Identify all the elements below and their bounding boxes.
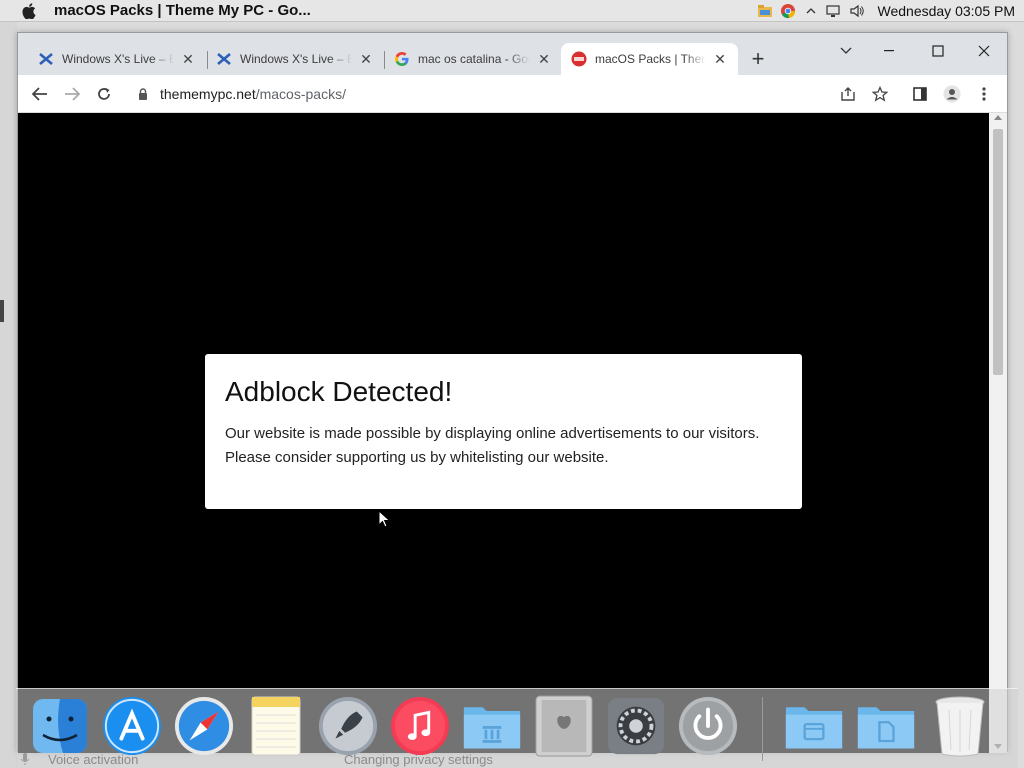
forward-arrow-icon[interactable] bbox=[62, 84, 82, 104]
address-bar[interactable]: thememypc.net/macos-packs/ bbox=[128, 79, 878, 109]
windowsx-icon bbox=[216, 51, 232, 67]
browser-toolbar: thememypc.net/macos-packs/ bbox=[18, 75, 1007, 113]
scroll-up-arrow-icon[interactable] bbox=[994, 115, 1002, 120]
itunes-icon[interactable] bbox=[390, 695, 450, 757]
profile-icon[interactable] bbox=[942, 84, 962, 104]
windowsx-icon bbox=[38, 51, 54, 67]
apple-menu-icon[interactable] bbox=[19, 1, 39, 21]
adblock-modal: Adblock Detected! Our website is made po… bbox=[205, 354, 802, 509]
microphone-icon bbox=[20, 752, 30, 768]
applications-folder-icon[interactable] bbox=[462, 695, 522, 757]
safari-icon[interactable] bbox=[174, 695, 234, 757]
mouse-cursor-icon bbox=[378, 510, 391, 528]
side-panel-icon[interactable] bbox=[910, 84, 930, 104]
close-tab-icon[interactable]: ✕ bbox=[180, 51, 196, 67]
desktop-edge-marker bbox=[0, 300, 4, 322]
trash-icon[interactable] bbox=[930, 695, 990, 757]
menu-bar: macOS Packs | Theme My PC - Go... Wednes… bbox=[0, 0, 1024, 22]
lock-icon[interactable] bbox=[136, 87, 150, 101]
volume-icon[interactable] bbox=[849, 3, 865, 19]
page-overlay: Adblock Detected! Our website is made po… bbox=[18, 113, 990, 753]
tab-title: macOS Packs | Theme bbox=[595, 52, 706, 66]
dock-separator bbox=[762, 697, 763, 761]
clock[interactable]: Wednesday 03:05 PM bbox=[878, 3, 1016, 19]
file-explorer-icon[interactable] bbox=[757, 3, 773, 19]
power-icon[interactable] bbox=[678, 695, 738, 757]
tab-title: Windows X's Live – BI bbox=[62, 52, 174, 66]
tab-strip: Windows X's Live – BI ✕ Windows X's Live… bbox=[18, 33, 1007, 75]
chrome-icon[interactable] bbox=[780, 3, 796, 19]
maximize-icon[interactable] bbox=[926, 41, 950, 61]
notes-icon[interactable] bbox=[246, 695, 306, 757]
modal-message: Our website is made possible by displayi… bbox=[225, 422, 782, 470]
close-tab-icon[interactable]: ✕ bbox=[712, 51, 728, 67]
launchpad-icon[interactable] bbox=[318, 695, 378, 757]
voice-activation-label: Voice activation bbox=[48, 752, 139, 767]
modal-heading: Adblock Detected! bbox=[225, 376, 453, 407]
privacy-settings-label: Changing privacy settings bbox=[344, 752, 493, 767]
desktop-background bbox=[0, 22, 17, 768]
system-preferences-icon[interactable] bbox=[606, 695, 666, 757]
network-icon[interactable] bbox=[825, 3, 842, 19]
browser-window: Windows X's Live – BI ✕ Windows X's Live… bbox=[17, 32, 1008, 753]
minimize-icon[interactable] bbox=[878, 41, 902, 61]
new-tab-button[interactable]: + bbox=[748, 48, 768, 70]
close-tab-icon[interactable]: ✕ bbox=[536, 51, 552, 67]
finder-icon[interactable] bbox=[30, 695, 90, 757]
more-menu-icon[interactable] bbox=[974, 84, 994, 104]
tab-windowsx-1[interactable]: Windows X's Live – BI ✕ bbox=[28, 43, 206, 75]
tab-title: mac os catalina - Goo bbox=[418, 52, 530, 66]
vertical-scrollbar[interactable] bbox=[989, 113, 1007, 753]
bookmark-star-icon[interactable] bbox=[870, 84, 890, 104]
dock bbox=[16, 688, 1018, 768]
downloads-folder-icon[interactable] bbox=[784, 695, 844, 757]
tab-google-search[interactable]: mac os catalina - Goo ✕ bbox=[384, 43, 562, 75]
app-store-icon[interactable] bbox=[102, 695, 162, 757]
documents-folder-icon[interactable] bbox=[856, 695, 916, 757]
tab-macos-packs[interactable]: macOS Packs | Theme ✕ bbox=[561, 43, 738, 75]
url-path: /macos-packs/ bbox=[255, 86, 346, 102]
tab-title: Windows X's Live – BI bbox=[240, 52, 352, 66]
chevron-up-icon[interactable] bbox=[803, 3, 819, 19]
tab-search-chevron-icon[interactable] bbox=[834, 41, 858, 61]
modal-line-1: Our website is made possible by displayi… bbox=[225, 425, 760, 442]
mac-pro-icon[interactable] bbox=[534, 695, 594, 757]
close-tab-icon[interactable]: ✕ bbox=[358, 51, 374, 67]
url-text[interactable]: thememypc.net/macos-packs/ bbox=[160, 86, 346, 102]
google-icon bbox=[394, 51, 410, 67]
close-window-icon[interactable] bbox=[972, 41, 996, 61]
share-icon[interactable] bbox=[838, 84, 858, 104]
active-app-title[interactable]: macOS Packs | Theme My PC - Go... bbox=[54, 2, 311, 19]
modal-line-2: Please consider supporting us by whiteli… bbox=[225, 449, 609, 466]
thememypc-icon bbox=[571, 51, 587, 67]
reload-icon[interactable] bbox=[94, 84, 114, 104]
scrollbar-thumb[interactable] bbox=[993, 129, 1003, 375]
tab-windowsx-2[interactable]: Windows X's Live – BI ✕ bbox=[206, 43, 384, 75]
url-domain: thememypc.net bbox=[160, 86, 256, 102]
back-arrow-icon[interactable] bbox=[30, 84, 50, 104]
